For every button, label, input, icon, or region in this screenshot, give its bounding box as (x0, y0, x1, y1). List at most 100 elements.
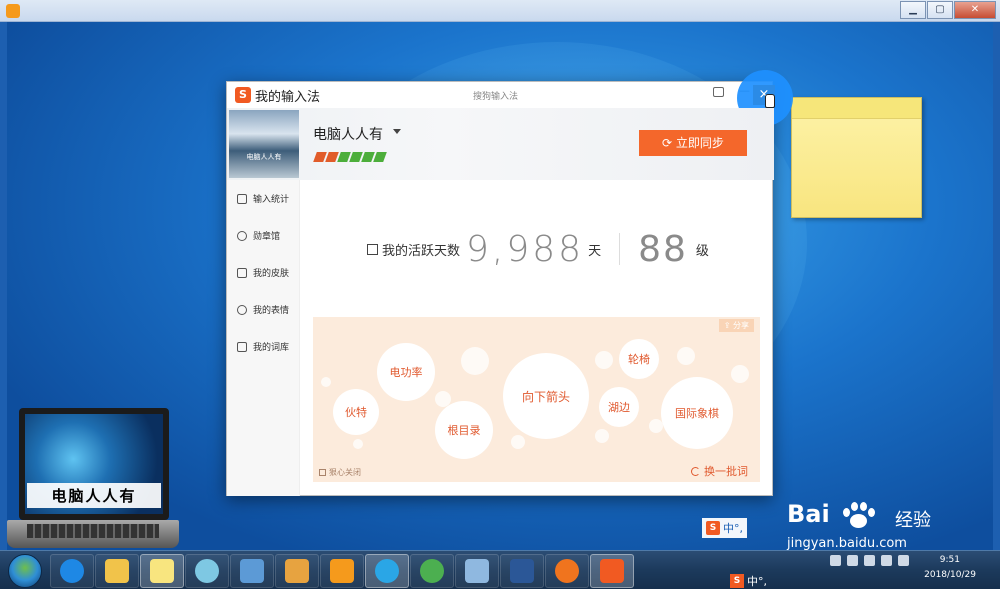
volume-icon[interactable] (898, 555, 909, 566)
taskbar: 9:51 2018/10/29 (0, 550, 1000, 589)
avatar-caption: 电脑人人有 (246, 153, 282, 161)
decor-dot (511, 435, 525, 449)
sync-now-label: 立即同步 (675, 136, 724, 150)
word-cloud: ⇪ 分享 电功率 伙特 根目录 向下箭头 轮椅 湖边 国际象棋 狠心关闭 换一批… (313, 317, 760, 482)
paw-icon (841, 500, 875, 530)
sidebar-item-input-stats[interactable]: 输入统计 (227, 180, 299, 217)
feedback-icon[interactable] (713, 87, 724, 97)
chevron-down-icon[interactable] (393, 129, 401, 134)
clock-date[interactable]: 2018/10/29 (924, 570, 976, 580)
ime-mode[interactable]: 中 (723, 520, 734, 536)
word-bubble[interactable]: 轮椅 (619, 339, 659, 379)
watermark-text: 经验 (895, 510, 931, 531)
level-unit: 级 (695, 243, 709, 259)
word-bubble[interactable]: 根目录 (435, 401, 493, 459)
word-bubble[interactable]: 国际象棋 (661, 377, 733, 449)
media-player-icon[interactable] (320, 554, 364, 588)
days-unit: 天 (588, 243, 602, 259)
browser-app-icon[interactable] (365, 554, 409, 588)
laptop-keyboard (7, 520, 179, 548)
tray-icon[interactable] (864, 555, 875, 566)
sticky-notes-icon[interactable] (140, 554, 184, 588)
refresh-icon (691, 467, 700, 476)
ime-window-title: 我的输入法 (255, 90, 321, 105)
sogou-logo-icon: S (706, 521, 720, 535)
taskbar-ime-status[interactable]: S 中 °, (730, 573, 767, 589)
decor-dot (595, 351, 613, 369)
activity-stats: 我的活跃天数 9,988 天 88 级 (367, 228, 767, 270)
sogou-logo-icon: S (730, 574, 744, 588)
clock-time[interactable]: 9:51 (940, 555, 960, 565)
tray-icon[interactable] (830, 555, 841, 566)
watermark-url: jingyan.baidu.com (787, 536, 907, 550)
ime-punctuation[interactable]: °, (758, 575, 767, 588)
orange-app-icon[interactable] (545, 554, 589, 588)
wechat-icon[interactable] (410, 554, 454, 588)
outer-maximize-button[interactable]: ▢ (927, 1, 953, 19)
ime-status-bar[interactable]: S 中 °, (702, 518, 747, 538)
sidebar-item-skins[interactable]: 我的皮肤 (227, 254, 299, 291)
level-value: 88 (638, 228, 688, 270)
refresh-words-label: 换一批词 (704, 465, 748, 478)
tray-icon[interactable] (881, 555, 892, 566)
laptop-screen: 电脑人人有 (19, 408, 169, 520)
decor-dot (461, 347, 489, 375)
tray-icon[interactable] (847, 555, 858, 566)
baidu-watermark: Bai 经验 jingyan.baidu.com (787, 500, 987, 550)
share-button[interactable]: ⇪ 分享 (718, 319, 754, 332)
sogou-taskbar-icon[interactable] (590, 554, 634, 588)
outer-minimize-button[interactable]: ▁ (900, 1, 926, 19)
ime-mode[interactable]: 中 (747, 573, 758, 589)
sidebar-item-emoticons[interactable]: 我的表情 (227, 291, 299, 328)
word-bubble[interactable]: 伙特 (333, 389, 379, 435)
desktop: 电脑人人有 S 我的输入法 搜狗输入法 — × 电脑人人有 电脑人人有 ⟳ 立即… (7, 22, 993, 550)
username[interactable]: 电脑人人有 (313, 124, 383, 144)
smile-icon (237, 304, 247, 315)
word-bubble[interactable]: 向下箭头 (503, 353, 589, 439)
file-explorer-icon[interactable] (95, 554, 139, 588)
edit-icon (367, 243, 378, 255)
network-app-icon[interactable] (230, 554, 274, 588)
sidebar-item-medals[interactable]: 勋章馆 (227, 217, 299, 254)
profile-header: 电脑人人有 电脑人人有 ⟳ 立即同步 (227, 108, 774, 180)
ie-browser-icon[interactable] (50, 554, 94, 588)
checkbox-icon (319, 469, 326, 476)
level-badges (313, 152, 387, 162)
pinwheel-app-icon[interactable] (185, 554, 229, 588)
ime-punctuation[interactable]: °, (734, 522, 743, 535)
sync-now-button[interactable]: ⟳ 立即同步 (639, 130, 747, 156)
sidebar-item-dictionary[interactable]: 我的词库 (227, 328, 299, 365)
book-icon (237, 341, 247, 352)
active-days-label: 我的活跃天数 (382, 243, 461, 259)
sidebar-item-label: 我的表情 (253, 306, 290, 316)
word-bubble[interactable]: 湖边 (599, 387, 639, 427)
word-app-icon[interactable] (500, 554, 544, 588)
active-days-value: 9,988 (466, 228, 585, 270)
video-app-icon (6, 4, 20, 18)
stats-divider (619, 233, 621, 265)
decor-dot (649, 419, 663, 433)
sogou-logo-icon: S (235, 87, 251, 103)
start-button[interactable] (8, 554, 42, 588)
word-bubble[interactable]: 电功率 (377, 343, 435, 401)
shirt-icon (237, 267, 247, 278)
refresh-words-button[interactable]: 换一批词 (691, 463, 748, 479)
cloud-close-toggle[interactable]: 狠心关闭 (319, 467, 361, 478)
chart-icon (237, 193, 247, 204)
outer-caption-buttons: ▁ ▢ ✕ (899, 1, 996, 19)
window-app-icon[interactable] (455, 554, 499, 588)
paint-app-icon[interactable] (275, 554, 319, 588)
ime-window: S 我的输入法 搜狗输入法 — × 电脑人人有 电脑人人有 ⟳ 立即同步 输入统… (226, 70, 793, 496)
system-tray (830, 555, 915, 566)
avatar[interactable]: 电脑人人有 (229, 110, 299, 178)
laptop-logo-image: 电脑人人有 (7, 408, 179, 550)
sidebar-item-label: 输入统计 (253, 195, 290, 205)
sticky-note[interactable] (791, 97, 922, 218)
outer-close-button[interactable]: ✕ (954, 1, 996, 19)
decor-dot (595, 429, 609, 443)
sidebar-item-label: 勋章馆 (253, 232, 281, 242)
ime-window-subtitle: 搜狗输入法 (473, 92, 519, 102)
decor-dot (353, 439, 363, 449)
baidu-logo: Bai (787, 500, 830, 528)
sidebar-item-label: 我的皮肤 (253, 269, 290, 279)
